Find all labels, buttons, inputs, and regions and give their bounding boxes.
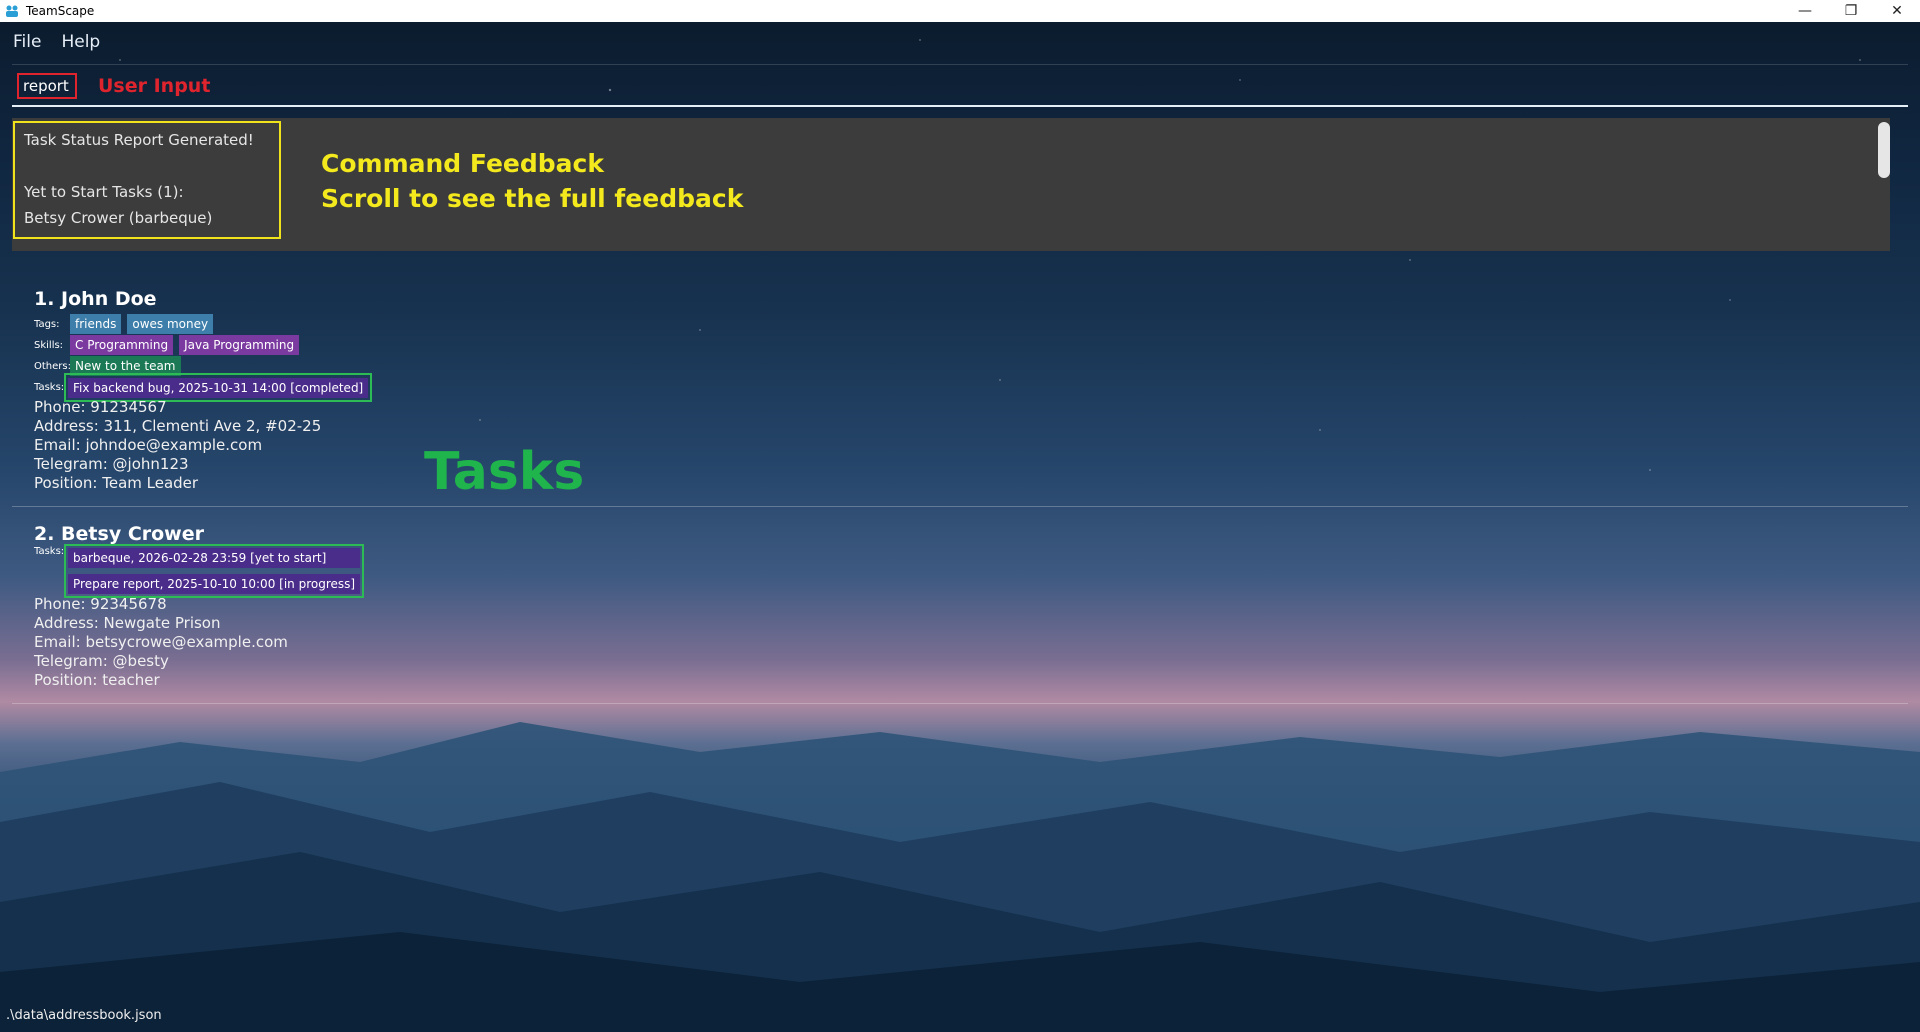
tag-chip: friends xyxy=(70,314,122,334)
skills-row: Skills: C Programming Java Programming xyxy=(34,335,305,355)
phone-text: Phone: 92345678 xyxy=(34,595,167,613)
tags-row: Tags: friends owes money xyxy=(34,314,219,334)
window-title: TeamScape xyxy=(26,4,95,18)
tasks-row: Tasks: barbeque, 2026-02-28 23:59 [yet t… xyxy=(34,544,365,598)
tasks-annotation: Tasks xyxy=(424,442,585,502)
title-bar: TeamScape — ❐ ✕ xyxy=(0,0,1920,22)
address-text: Address: Newgate Prison xyxy=(34,614,221,632)
skills-label: Skills: xyxy=(34,339,64,351)
person-name: 2. Betsy Crower xyxy=(34,523,204,545)
email-text: Email: johndoe@example.com xyxy=(34,436,263,454)
menu-help[interactable]: Help xyxy=(54,32,107,52)
menu-bar: File Help xyxy=(0,22,1920,62)
telegram-text: Telegram: @john123 xyxy=(34,455,189,473)
feedback-line: Betsy Crower (barbeque) xyxy=(24,209,213,227)
telegram-text: Telegram: @besty xyxy=(34,652,169,670)
restore-button[interactable]: ❐ xyxy=(1828,0,1874,22)
feedback-line: Yet to Start Tasks (1): xyxy=(24,183,184,201)
tasks-label: Tasks: xyxy=(34,546,65,557)
address-text: Address: 311, Clementi Ave 2, #02-25 xyxy=(34,417,322,435)
user-input-annotation: User Input xyxy=(98,75,211,97)
status-bar-path: .\data\addressbook.json xyxy=(6,1008,162,1023)
feedback-scrollbar[interactable] xyxy=(1878,122,1890,178)
feedback-line: Task Status Report Generated! xyxy=(24,131,254,149)
mountain-background xyxy=(0,722,1920,1032)
position-text: Position: teacher xyxy=(34,671,160,689)
tag-chip: owes money xyxy=(127,314,214,334)
result-display: Task Status Report Generated! Yet to Sta… xyxy=(12,118,1890,251)
email-text: Email: betsycrowe@example.com xyxy=(34,633,288,651)
skill-chip: C Programming xyxy=(70,335,174,355)
command-box: User Input xyxy=(12,64,1908,107)
person-name: 1. John Doe xyxy=(34,288,157,310)
minimize-button[interactable]: — xyxy=(1782,0,1828,22)
task-chip: Prepare report, 2025-10-10 10:00 [in pro… xyxy=(68,574,361,594)
feedback-line xyxy=(24,153,270,179)
position-text: Position: Team Leader xyxy=(34,474,199,492)
app-icon xyxy=(4,3,20,19)
close-button[interactable]: ✕ xyxy=(1874,0,1920,22)
menu-file[interactable]: File xyxy=(6,32,48,52)
phone-text: Phone: 91234567 xyxy=(34,398,167,416)
tasks-label: Tasks: xyxy=(34,382,65,393)
skill-chip: Java Programming xyxy=(179,335,300,355)
task-chip: barbeque, 2026-02-28 23:59 [yet to start… xyxy=(68,548,361,568)
person-card[interactable]: 1. John Doe Tags: friends owes money Ski… xyxy=(12,270,1908,507)
feedback-text: Task Status Report Generated! Yet to Sta… xyxy=(13,121,281,239)
others-label: Others: xyxy=(34,360,71,372)
feedback-annotation-line1: Command Feedback xyxy=(321,149,604,178)
tasks-highlight: barbeque, 2026-02-28 23:59 [yet to start… xyxy=(64,544,365,598)
feedback-annotation: Command Feedback Scroll to see the full … xyxy=(321,146,743,216)
task-chip: Fix backend bug, 2025-10-31 14:00 [compl… xyxy=(68,378,369,398)
command-input[interactable] xyxy=(17,73,77,99)
feedback-annotation-line2: Scroll to see the full feedback xyxy=(321,184,744,213)
tags-label: Tags: xyxy=(34,318,60,330)
person-card[interactable]: 2. Betsy Crower Tasks: barbeque, 2026-02… xyxy=(12,507,1908,704)
